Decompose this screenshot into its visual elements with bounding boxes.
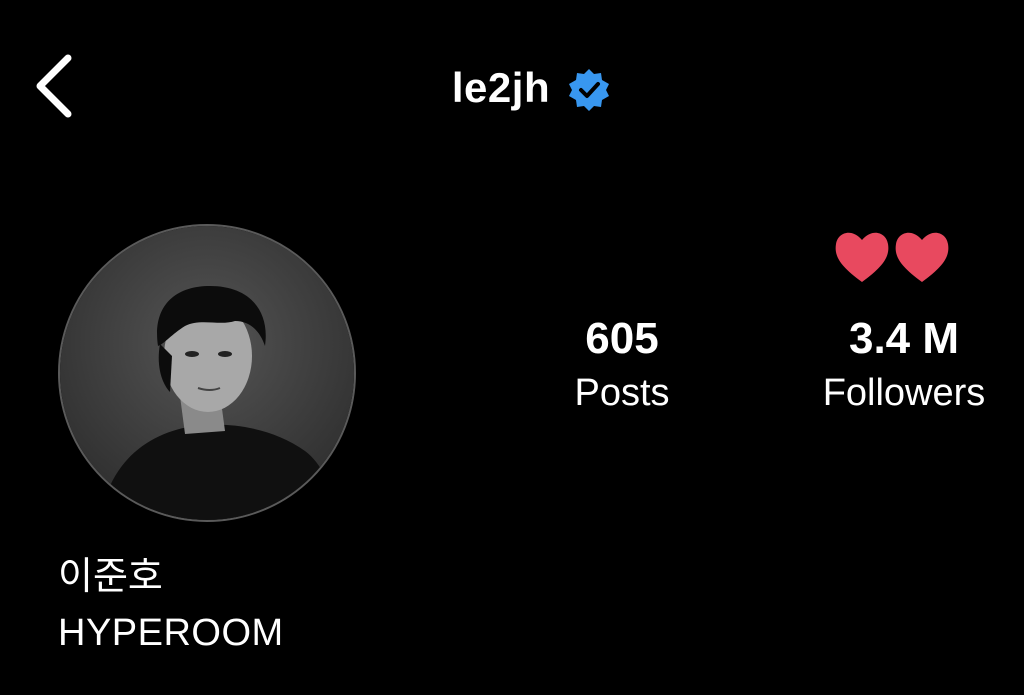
- verified-badge-icon: [569, 69, 610, 111]
- followers-label: Followers: [822, 372, 986, 414]
- posts-stat[interactable]: 605 Posts: [542, 312, 702, 420]
- posts-count: 605: [585, 314, 659, 363]
- followers-count: 3.4 M: [848, 314, 960, 363]
- avatar-photo: [60, 226, 354, 520]
- username: le2jh: [451, 64, 551, 111]
- avatar[interactable]: [58, 224, 356, 522]
- bio-text: HYPEROOM: [58, 612, 284, 654]
- profile-header: le2jh: [0, 56, 1024, 120]
- followers-stat[interactable]: 3.4 M Followers: [796, 312, 1012, 420]
- two-hearts-icon: [835, 232, 949, 282]
- posts-label: Posts: [574, 372, 670, 414]
- bio-name: 이준호: [58, 556, 163, 598]
